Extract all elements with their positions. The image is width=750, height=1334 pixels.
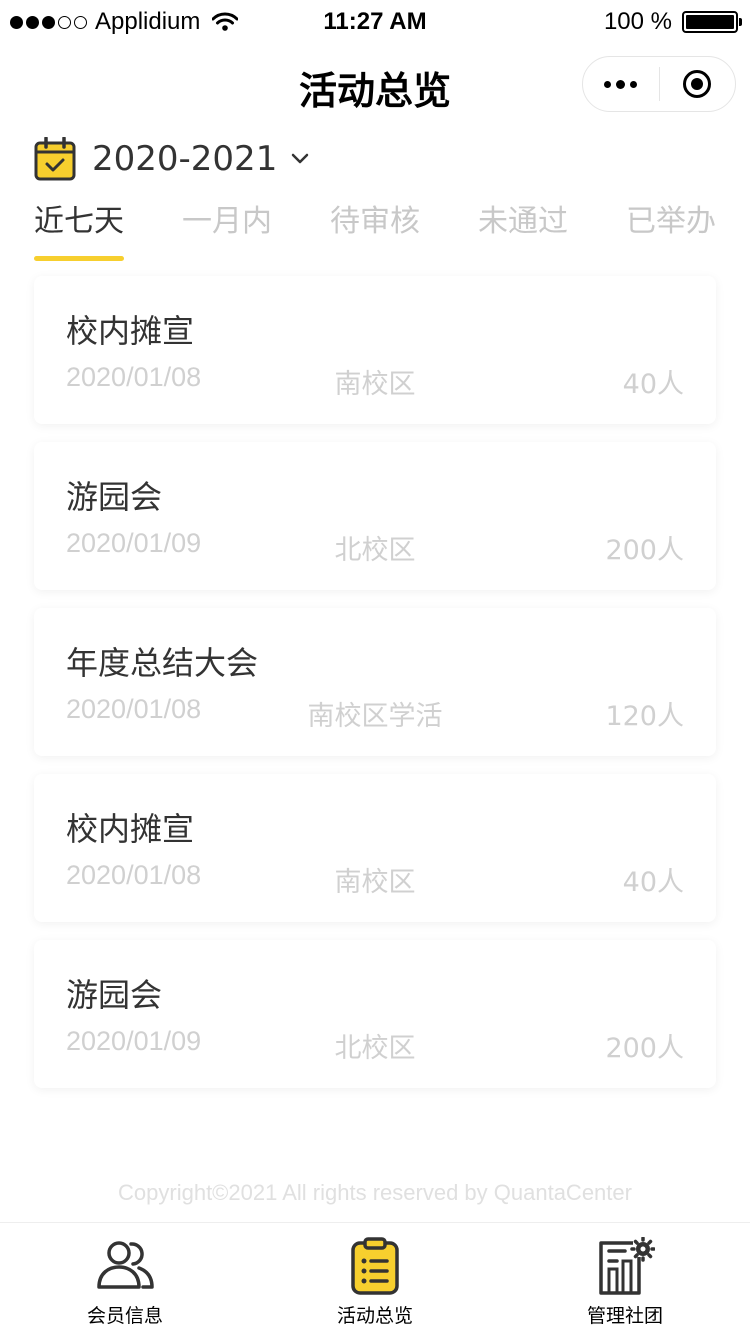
tab-held[interactable]: 已举办 xyxy=(626,200,716,260)
activity-date: 2020/01/08 xyxy=(66,694,202,724)
target-icon xyxy=(683,70,712,98)
year-value: 2020-2021 xyxy=(92,139,278,179)
filter-tabs: 近七天 一月内 待审核 未通过 已举办 xyxy=(0,200,750,264)
tab-pending-review[interactable]: 待审核 xyxy=(330,200,420,260)
tabbar-label: 活动总览 xyxy=(336,1305,413,1327)
activity-place: 南校区学活 xyxy=(307,701,443,732)
capsule-menu xyxy=(582,56,736,112)
activity-card[interactable]: 游园会 2020/01/09 北校区 200人 xyxy=(34,442,716,590)
activity-place: 南校区 xyxy=(334,867,416,898)
copyright-text: Copyright©2021 All rights reserved by Qu… xyxy=(118,1180,632,1205)
members-icon xyxy=(97,1241,154,1289)
more-icon[interactable] xyxy=(583,57,659,111)
activity-count: 40人 xyxy=(622,369,684,400)
activity-title: 年度总结大会 xyxy=(66,644,259,682)
calendar-icon xyxy=(34,137,76,181)
activity-title: 游园会 xyxy=(66,976,163,1014)
chevron-down-icon xyxy=(292,153,309,164)
activity-date: 2020/01/08 xyxy=(66,362,202,392)
activity-count: 200人 xyxy=(605,1033,684,1064)
active-tab-indicator xyxy=(34,256,124,261)
activity-place: 北校区 xyxy=(334,1033,416,1064)
tabbar-label: 管理社团 xyxy=(586,1305,663,1327)
battery-percent: 100 % xyxy=(603,8,672,35)
activity-title: 游园会 xyxy=(66,478,163,516)
tab-recent-seven-days[interactable]: 近七天 xyxy=(34,200,124,260)
activity-date: 2020/01/09 xyxy=(66,1026,202,1056)
activity-card[interactable]: 游园会 2020/01/09 北校区 200人 xyxy=(34,940,716,1088)
status-right: 100 % xyxy=(603,8,742,36)
bottom-tab-bar: 会员信息 活动总览 管理社团 xyxy=(0,1222,750,1334)
tabbar-item-manage-club[interactable]: 管理社团 xyxy=(525,1237,725,1329)
tab-within-month[interactable]: 一月内 xyxy=(182,200,272,260)
activity-card[interactable]: 校内摊宣 2020/01/08 南校区 40人 xyxy=(34,774,716,922)
activity-count: 40人 xyxy=(622,867,684,898)
activity-card[interactable]: 年度总结大会 2020/01/08 南校区学活 120人 xyxy=(34,608,716,756)
activity-count: 120人 xyxy=(605,701,684,732)
tab-rejected[interactable]: 未通过 xyxy=(478,200,568,260)
activity-count: 200人 xyxy=(605,535,684,566)
tabbar-item-members[interactable]: 会员信息 xyxy=(25,1237,225,1329)
activity-date: 2020/01/09 xyxy=(66,528,202,558)
activity-place: 南校区 xyxy=(334,369,416,400)
close-miniprogram-button[interactable] xyxy=(660,57,736,111)
year-selector[interactable]: 2020-2021 xyxy=(34,136,309,182)
activity-title: 校内摊宣 xyxy=(66,312,195,350)
activity-card[interactable]: 校内摊宣 2020/01/08 南校区 40人 xyxy=(34,276,716,424)
tabbar-label: 会员信息 xyxy=(86,1305,163,1327)
activity-place: 北校区 xyxy=(334,535,416,566)
nav-bar: 活动总览 xyxy=(0,44,750,128)
status-bar: Applidium 11:27 AM 100 % xyxy=(0,0,750,44)
activity-title: 校内摊宣 xyxy=(66,810,195,848)
battery-icon xyxy=(682,11,742,33)
clipboard-list-icon xyxy=(351,1237,399,1295)
building-gear-icon xyxy=(599,1237,655,1295)
activity-date: 2020/01/08 xyxy=(66,860,202,890)
activity-list: 校内摊宣 2020/01/08 南校区 40人 游园会 2020/01/09 北… xyxy=(34,276,716,1106)
tabbar-item-activities[interactable]: 活动总览 xyxy=(275,1237,475,1329)
